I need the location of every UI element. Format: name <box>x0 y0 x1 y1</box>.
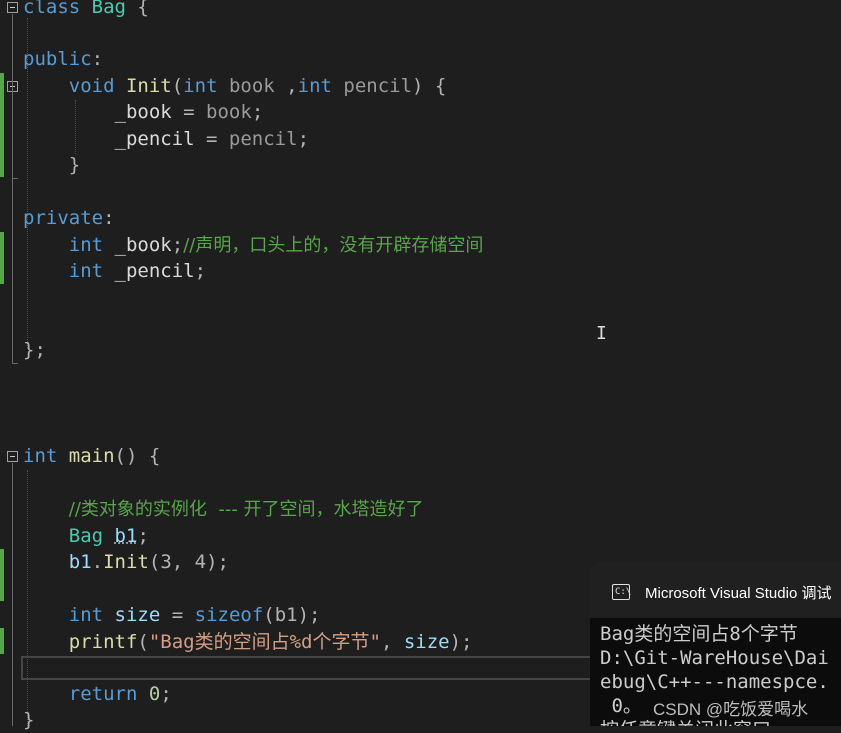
code-line-sizeof[interactable]: int size = sizeof(b1); <box>23 602 321 628</box>
code-line-assign-pencil[interactable]: _pencil = pencil; <box>23 126 310 152</box>
keyword: sizeof <box>194 604 264 626</box>
change-marker <box>0 73 4 177</box>
paren: ( <box>137 631 149 653</box>
console-line: Bag类的空间占8个字节 <box>600 623 798 645</box>
operator: = <box>171 101 207 123</box>
semicolon: ; <box>137 525 149 547</box>
brace: { <box>125 0 149 18</box>
semicolon: ; <box>171 234 184 256</box>
colon: : <box>103 207 115 229</box>
code-line-main[interactable]: int main() { <box>23 443 160 469</box>
field: _book <box>103 234 172 256</box>
fold-range-line <box>12 463 13 726</box>
semicolon: ; <box>251 101 264 123</box>
console-title: Microsoft Visual Studio 调试 <box>645 585 832 602</box>
param: pencil <box>228 128 298 150</box>
console-line: D:\Git-WareHouse\Dai <box>600 647 829 669</box>
variable: b1 <box>114 525 138 547</box>
keyword: int <box>183 75 218 97</box>
keyword: void <box>68 75 115 97</box>
paren-brace: ) { <box>412 75 447 97</box>
comment: //声明，口头上的，没有开辟存储空间 <box>183 235 484 256</box>
variable: size <box>114 604 161 626</box>
operator: = <box>194 128 229 150</box>
fold-range-line <box>12 14 13 364</box>
args: (b1); <box>263 604 321 626</box>
args: (3, 4); <box>148 551 229 573</box>
code-line-init-call[interactable]: b1.Init(3, 4); <box>23 549 229 575</box>
watermark: CSDN @吃饭爱喝水 <box>653 700 809 719</box>
paren: ( <box>171 75 184 97</box>
fold-range-line <box>12 93 13 178</box>
text-cursor-icon: I <box>596 323 607 344</box>
function-name: main <box>68 445 115 467</box>
collapse-icon[interactable] <box>7 451 18 462</box>
code-line-assign-book[interactable]: _book = book; <box>23 99 264 125</box>
variable: size <box>403 631 450 653</box>
paren-brace: () { <box>114 445 161 467</box>
field: _pencil <box>103 260 195 282</box>
function-name: Init <box>103 551 149 573</box>
paren: ); <box>449 631 473 653</box>
semicolon: ; <box>297 128 310 150</box>
fold-range-end <box>12 363 18 364</box>
comment: //类对象的实例化 --- 开了空间，水塔造好了 <box>68 499 424 520</box>
param: book <box>217 75 287 97</box>
fold-range-end <box>12 178 18 179</box>
debug-console-window[interactable]: C:\ Microsoft Visual Studio 调试 Bag类的空间占8… <box>590 562 841 726</box>
semicolon: ; <box>160 683 172 705</box>
change-marker <box>0 232 4 284</box>
code-line-private[interactable]: private: <box>23 205 115 231</box>
keyword: int <box>23 445 58 467</box>
current-line-highlight <box>21 656 601 680</box>
param: book <box>206 101 252 123</box>
brace: } <box>68 154 81 176</box>
keyword: private <box>23 207 104 229</box>
keyword: public <box>23 48 92 70</box>
code-line-close-brace[interactable]: } <box>23 152 80 178</box>
class-name: Bag <box>91 0 126 18</box>
code-line-comment[interactable]: //类对象的实例化 --- 开了空间，水塔造好了 <box>23 496 424 522</box>
keyword: int <box>68 260 104 282</box>
string-literal: "Bag类的空间占%d个字节" <box>148 631 381 653</box>
number: 0 <box>148 683 161 705</box>
collapse-icon[interactable] <box>7 2 18 13</box>
code-line-class-end[interactable]: }; <box>23 337 46 363</box>
function-name: Init <box>125 75 172 97</box>
code-line-public[interactable]: public: <box>23 46 103 72</box>
param: pencil <box>331 75 413 97</box>
keyword: return <box>68 683 138 705</box>
variable: b1 <box>68 551 92 573</box>
console-titlebar[interactable]: C:\ Microsoft Visual Studio 调试 <box>590 562 841 618</box>
code-line-init-decl[interactable]: void Init(int book ,int pencil) { <box>23 73 447 99</box>
operator: = <box>160 604 195 626</box>
code-line-return[interactable]: return 0; <box>23 681 172 707</box>
colon: : <box>91 48 104 70</box>
code-line-instantiate[interactable]: Bag b1; <box>23 523 149 549</box>
code-line-main-end[interactable]: } <box>23 707 34 733</box>
brace: }; <box>23 339 46 361</box>
keyword: int <box>297 75 332 97</box>
change-marker <box>0 549 4 601</box>
keyword: class <box>23 0 81 18</box>
keyword: int <box>68 234 104 256</box>
separator: , <box>380 631 404 653</box>
comma: , <box>286 75 298 97</box>
code-line-printf[interactable]: printf("Bag类的空间占%d个字节", size); <box>23 629 473 655</box>
dot: . <box>91 551 104 573</box>
class-name: Bag <box>68 525 104 547</box>
semicolon: ; <box>194 260 207 282</box>
console-icon: C:\ <box>612 584 631 600</box>
code-line-class[interactable]: class Bag { <box>23 0 149 20</box>
field: _book <box>114 101 172 123</box>
field: _pencil <box>114 128 195 150</box>
keyword: int <box>68 604 104 626</box>
code-line-field-book[interactable]: int _book;//声明，口头上的，没有开辟存储空间 <box>23 232 484 258</box>
code-line-field-pencil[interactable]: int _pencil; <box>23 258 206 284</box>
brace: } <box>23 709 35 731</box>
change-marker <box>0 628 4 654</box>
function-name: printf <box>68 631 138 653</box>
console-line: ebug\C++---namespce. <box>600 671 829 693</box>
